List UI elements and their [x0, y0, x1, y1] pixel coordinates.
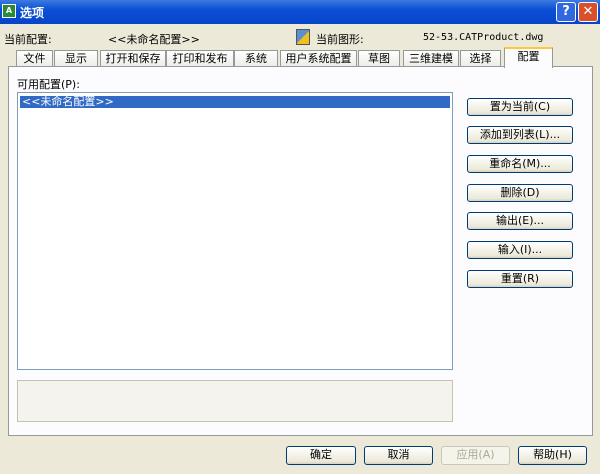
- tab-drafting[interactable]: 草图: [358, 50, 400, 67]
- profile-description-box: [17, 380, 453, 422]
- apply-button[interactable]: 应用(A): [441, 446, 510, 465]
- tab-plot-publish[interactable]: 打印和发布: [166, 50, 234, 67]
- import-button[interactable]: 输入(I)...: [467, 241, 573, 259]
- current-profile-label: 当前配置:: [4, 33, 52, 46]
- tab-selection[interactable]: 选择: [460, 50, 501, 67]
- tab-user-preferences[interactable]: 用户系统配置: [280, 50, 357, 67]
- profiles-list[interactable]: <<未命名配置>>: [17, 92, 453, 370]
- current-drawing-value: 52-53.CATProduct.dwg: [423, 32, 544, 43]
- current-profile-value: <<未命名配置>>: [108, 33, 200, 46]
- tab-display[interactable]: 显示: [54, 50, 98, 67]
- tab-open-save[interactable]: 打开和保存: [100, 50, 166, 67]
- tab-system[interactable]: 系统: [234, 50, 278, 67]
- title-bar: A 选项 ? ✕: [0, 0, 600, 24]
- window-title: 选项: [20, 6, 45, 20]
- current-drawing-label: 当前图形:: [316, 33, 364, 46]
- tab-files[interactable]: 文件: [16, 50, 53, 67]
- help-button[interactable]: 帮助(H): [518, 446, 587, 465]
- rename-button[interactable]: 重命名(M)...: [467, 155, 573, 173]
- cancel-button[interactable]: 取消: [364, 446, 433, 465]
- delete-button[interactable]: 删除(D): [467, 184, 573, 202]
- help-icon[interactable]: ?: [556, 2, 576, 22]
- drawing-icon: [296, 29, 310, 45]
- ok-button[interactable]: 确定: [286, 446, 356, 465]
- list-item[interactable]: <<未命名配置>>: [20, 96, 450, 108]
- close-icon[interactable]: ✕: [578, 2, 598, 22]
- available-profiles-label: 可用配置(P):: [17, 78, 80, 91]
- reset-button[interactable]: 重置(R): [467, 270, 573, 288]
- add-to-list-button[interactable]: 添加到列表(L)...: [467, 126, 573, 144]
- app-icon: A: [2, 4, 16, 18]
- tab-3d-modeling[interactable]: 三维建模: [403, 50, 459, 67]
- export-button[interactable]: 输出(E)...: [467, 212, 573, 230]
- tab-profiles[interactable]: 配置: [504, 47, 553, 68]
- set-current-button[interactable]: 置为当前(C): [467, 98, 573, 116]
